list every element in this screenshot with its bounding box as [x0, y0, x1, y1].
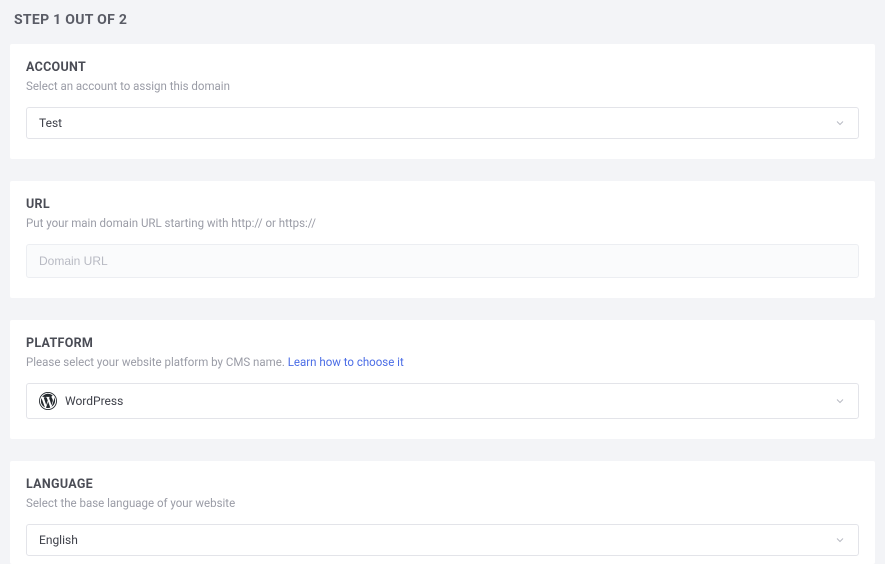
url-card: URL Put your main domain URL starting wi… — [10, 181, 875, 298]
wordpress-icon — [39, 392, 57, 410]
account-card: ACCOUNT Select an account to assign this… — [10, 44, 875, 159]
account-select-value: Test — [39, 116, 62, 130]
page-title: STEP 1 OUT OF 2 — [0, 8, 885, 38]
platform-card: PLATFORM Please select your website plat… — [10, 320, 875, 439]
language-select-value: English — [39, 533, 78, 547]
platform-title: PLATFORM — [26, 336, 859, 351]
url-title: URL — [26, 197, 859, 212]
url-input[interactable] — [26, 244, 859, 278]
platform-select-value: WordPress — [65, 394, 123, 408]
account-title: ACCOUNT — [26, 60, 859, 75]
platform-subtitle: Please select your website platform by C… — [26, 355, 859, 369]
platform-select[interactable]: WordPress — [26, 383, 859, 419]
language-card: LANGUAGE Select the base language of you… — [10, 461, 875, 564]
platform-sub-text: Please select your website platform by C… — [26, 355, 288, 369]
language-subtitle: Select the base language of your website — [26, 496, 859, 510]
language-select[interactable]: English — [26, 524, 859, 556]
chevron-down-icon — [834, 117, 846, 129]
platform-learn-link[interactable]: Learn how to choose it — [288, 355, 404, 369]
chevron-down-icon — [834, 534, 846, 546]
chevron-down-icon — [834, 395, 846, 407]
account-subtitle: Select an account to assign this domain — [26, 79, 859, 93]
language-title: LANGUAGE — [26, 477, 859, 492]
account-select[interactable]: Test — [26, 107, 859, 139]
url-subtitle: Put your main domain URL starting with h… — [26, 216, 859, 230]
